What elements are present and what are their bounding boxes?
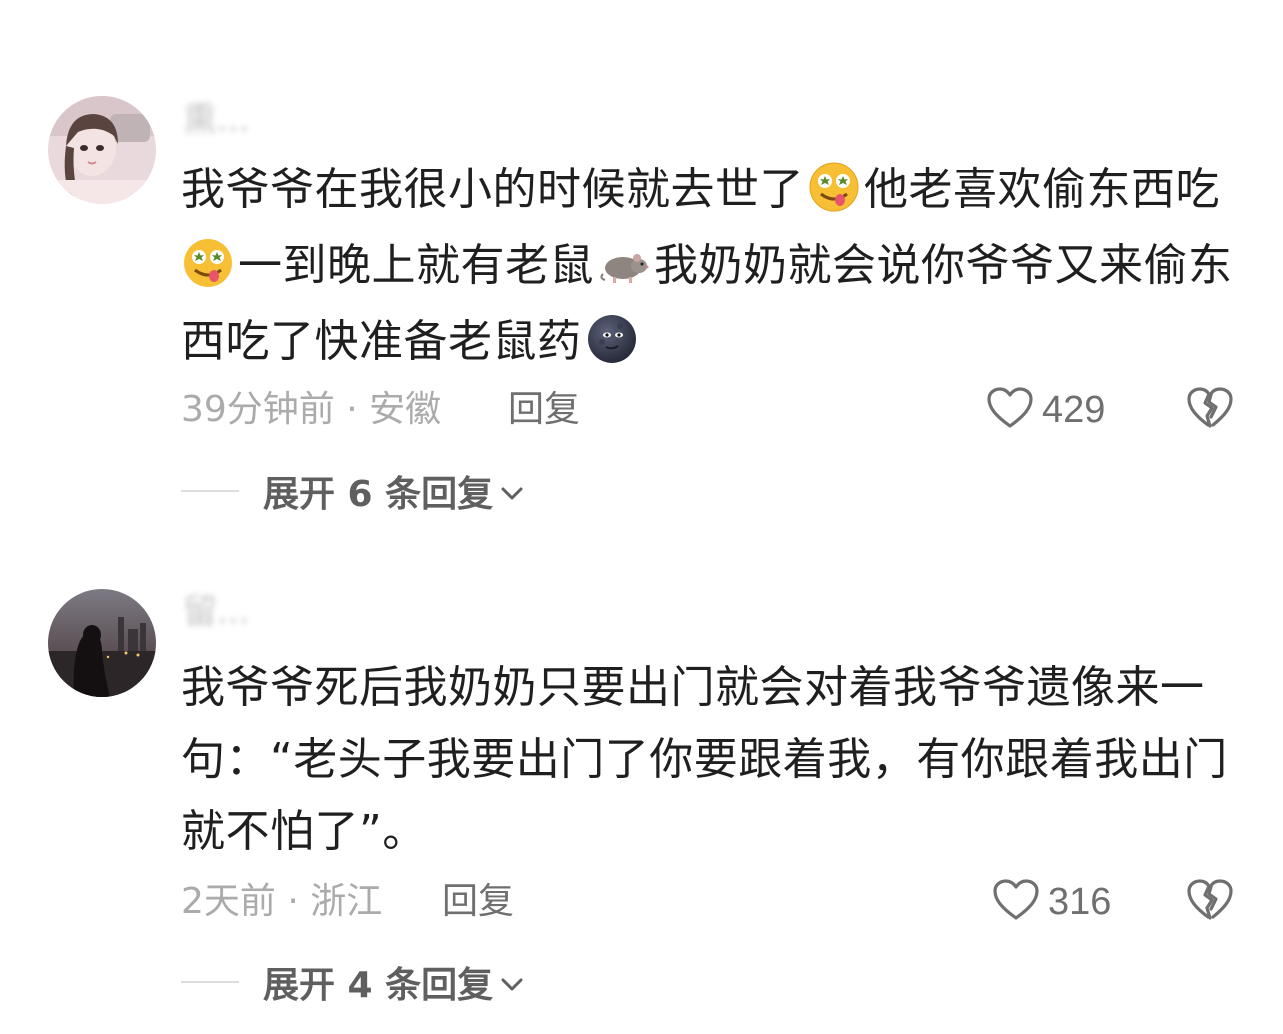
comment-text-line: 句：“老头子我要出门了你要跟着我，有你跟着我出门 <box>181 726 1228 794</box>
username[interactable]: 熏... <box>183 100 249 140</box>
comment-text-line: 就不怕了”。 <box>181 798 427 866</box>
rat-emoji-icon <box>597 236 651 290</box>
reply-button[interactable]: 回复 <box>508 388 580 432</box>
comment-text: 我爷爷死后我奶奶只要出门就会对着我爷爷遗像来一 <box>181 662 1205 713</box>
chevron-down-icon <box>499 962 525 1003</box>
avatar[interactable] <box>48 96 156 204</box>
broken-heart-icon[interactable] <box>1186 386 1234 434</box>
comment-text: 西吃了快准备老鼠药 <box>181 316 582 367</box>
moon-face-emoji-icon <box>585 312 639 366</box>
timestamp-location: 39分钟前 · 安徽 <box>181 389 442 430</box>
comment-text-line: 我爷爷死后我奶奶只要出门就会对着我爷爷遗像来一 <box>181 654 1205 722</box>
like-count: 429 <box>1042 388 1106 431</box>
timestamp-location: 2天前 · 浙江 <box>181 881 383 922</box>
expand-replies: 展开 4 条回复 <box>181 960 525 1006</box>
heart-icon <box>992 878 1040 926</box>
chevron-down-icon <box>499 471 525 512</box>
divider <box>181 981 239 983</box>
heart-icon <box>986 386 1034 434</box>
broken-heart-icon[interactable] <box>1186 878 1234 926</box>
avatar[interactable] <box>48 589 156 697</box>
comment-text: 就不怕了”。 <box>181 806 427 857</box>
like-button[interactable]: 429 <box>986 386 1105 434</box>
comment-text: 他老喜欢偷东西吃 <box>864 164 1220 215</box>
comment-text-line: 一到晚上就有老鼠 我奶奶就会说你爷爷又来偷东 <box>181 232 1233 300</box>
like-count: 316 <box>1048 880 1112 923</box>
comment-text-line: 我爷爷在我很小的时候就去世了 他老喜欢偷东西吃 <box>181 156 1220 224</box>
comment-text: 我爷爷在我很小的时候就去世了 <box>181 164 804 215</box>
expand-replies-label: 展开 6 条回复 <box>263 474 494 515</box>
username[interactable]: 留... <box>183 592 249 632</box>
drool-emoji-icon <box>181 236 235 290</box>
reply-button[interactable]: 回复 <box>442 880 514 924</box>
expand-replies-label: 展开 4 条回复 <box>263 965 494 1006</box>
like-button[interactable]: 316 <box>992 878 1111 926</box>
divider <box>181 490 239 492</box>
comment-text: 一到晚上就有老鼠 <box>238 240 594 291</box>
comment-text-line: 西吃了快准备老鼠药 <box>181 308 642 376</box>
comment-text: 句：“老头子我要出门了你要跟着我，有你跟着我出门 <box>181 734 1228 785</box>
expand-replies: 展开 6 条回复 <box>181 469 525 515</box>
expand-replies-button[interactable]: 展开 6 条回复 <box>263 465 525 517</box>
expand-replies-button[interactable]: 展开 4 条回复 <box>263 956 525 1008</box>
drool-emoji-icon <box>807 160 861 214</box>
comment-text: 我奶奶就会说你爷爷又来偷东 <box>654 240 1233 291</box>
